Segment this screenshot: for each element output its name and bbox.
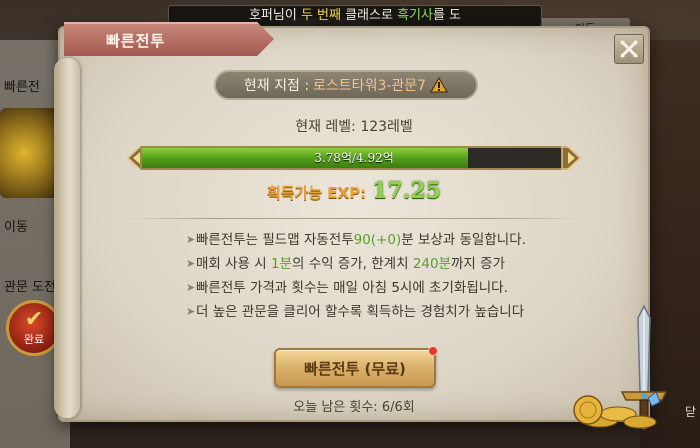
close-icon	[620, 40, 638, 58]
background-right-label: 닫	[684, 405, 696, 419]
bullet-arrow-icon: ➤	[186, 233, 196, 246]
info-list: ➤ 빠른전투는 필드맵 자동전투90(+0)분 보상과 동일합니다. ➤ 매회 사용…	[186, 228, 586, 324]
check-icon: ✔	[24, 307, 44, 332]
info-highlight: 90(+0)	[353, 232, 402, 248]
ticker-text-1: 호퍼님이	[248, 8, 301, 23]
quick-battle-dialog: 빠른전투 현재 지점 : 로스트타워3-관문7 현재 레벨: 123레벨 3.7…	[54, 22, 650, 422]
badge-label: 완료	[23, 333, 45, 346]
bullet-arrow-icon: ➤	[186, 257, 196, 270]
bar-cap-right-icon	[561, 146, 582, 170]
close-button[interactable]	[614, 34, 644, 64]
exp-bar-text: 3.78억/4.92억	[314, 151, 394, 165]
exp-progress-bar: 3.78억/4.92억	[126, 142, 582, 174]
exp-bar-frame: 3.78억/4.92억	[140, 146, 568, 170]
info-highlight: 240분	[412, 256, 452, 272]
dialog-title: 빠른전투	[106, 32, 166, 50]
exp-gain-label: 획득가능 EXP:	[266, 184, 367, 202]
quick-battle-button-label: 빠른전투 (무료)	[304, 359, 406, 378]
background-label-move: 이동	[4, 220, 28, 235]
info-item: ➤ 빠른전투는 필드맵 자동전투90(+0)분 보상과 동일합니다.	[186, 228, 586, 252]
info-text: 의 수익 증가, 한계치	[292, 256, 413, 272]
location-label: 현재 지점 :	[243, 78, 310, 94]
bullet-arrow-icon: ➤	[186, 281, 196, 294]
dialog-title-ribbon: 빠른전투	[64, 22, 274, 56]
current-level: 현재 레벨: 123레벨	[295, 119, 413, 135]
divider	[120, 218, 588, 219]
background-label-quick: 빠른전	[4, 80, 40, 95]
info-text: 매회 사용 시	[196, 256, 271, 272]
background-treasure-image	[0, 108, 60, 198]
remaining-label: 오늘 남은 횟수:	[293, 400, 378, 415]
info-highlight: 1분	[270, 256, 292, 272]
ticker-text-2: 클래스로	[340, 8, 398, 23]
notification-dot	[428, 346, 438, 356]
remaining-value: 6/6회	[381, 400, 415, 415]
exp-gain-value: 17.25	[372, 178, 442, 204]
info-text: 더 높은 관문을 클리어 할수록 획득하는 경험치가 높습니다	[196, 304, 525, 320]
warning-icon	[430, 77, 448, 93]
ticker-highlight-job: 흑기사	[397, 8, 433, 23]
location-value: 로스트타워3-관문7	[313, 78, 427, 94]
info-text: 빠른전투는 필드맵 자동전투	[196, 232, 354, 248]
info-item: ➤ 매회 사용 시 1분의 수익 증가, 한계치 240분까지 증가	[186, 252, 586, 276]
info-item: ➤ 더 높은 관문을 클리어 할수록 획득하는 경험치가 높습니다	[186, 300, 586, 324]
scroll-roll-decoration	[54, 58, 80, 418]
info-item: ➤ 빠른전투 가격과 횟수는 매일 아침 5시에 초기화됩니다.	[186, 276, 586, 300]
ticker-text-3: 를 도	[432, 8, 462, 23]
exp-gain: 획득가능 EXP: 17.25	[60, 178, 648, 204]
info-text: 빠른전투 가격과 횟수는 매일 아침 5시에 초기화됩니다.	[196, 280, 508, 296]
coins-icon	[573, 391, 661, 429]
info-text: 분 보상과 동일합니다.	[401, 232, 526, 248]
info-text: 까지 증가	[451, 256, 505, 272]
ticker-highlight-class: 두 번째	[300, 8, 341, 23]
quick-battle-button[interactable]: 빠른전투 (무료)	[274, 346, 438, 388]
bullet-arrow-icon: ➤	[186, 305, 196, 318]
background-label-stage: 관문 도전	[4, 280, 56, 295]
current-location: 현재 지점 : 로스트타워3-관문7	[214, 70, 478, 100]
